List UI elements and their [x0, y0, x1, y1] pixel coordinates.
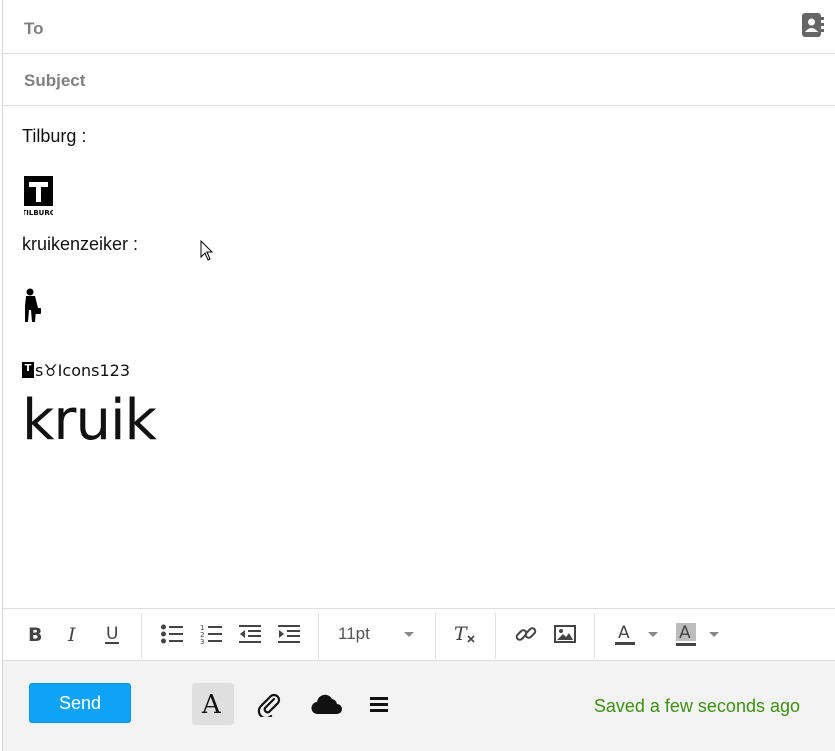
image-icon[interactable] [548, 617, 582, 651]
save-status: Saved a few seconds ago [593, 696, 800, 716]
underline-icon[interactable]: U [95, 617, 129, 651]
body-line-kruikenzeiker: kruikenzeiker : [22, 234, 139, 254]
numbered-list-icon[interactable]: 123 [194, 617, 228, 651]
toolbar-separator [594, 613, 595, 659]
outdent-icon[interactable] [233, 617, 267, 651]
svg-text:TILBURG: TILBURG [24, 209, 53, 216]
subject-label: Subject [24, 71, 86, 90]
svg-text:3: 3 [200, 638, 204, 645]
indent-icon[interactable] [272, 617, 306, 651]
clear-format-icon[interactable]: T [448, 617, 482, 651]
chevron-down-icon [648, 631, 658, 637]
svg-text:T: T [454, 623, 468, 645]
compose-window: To Subject Tilburg : TILBURG kruikenz [2, 0, 835, 751]
menu-icon[interactable] [358, 683, 400, 725]
svg-text:A: A [201, 691, 222, 717]
send-button[interactable]: Send [29, 683, 131, 723]
text-color-dropdown[interactable] [643, 617, 663, 651]
background-color-dropdown[interactable] [704, 617, 724, 651]
to-label: To [24, 19, 44, 38]
toolbar-separator [318, 613, 319, 659]
text-color-icon[interactable]: A [608, 617, 642, 651]
body-line-tilburg: Tilburg : [22, 126, 87, 146]
kruikenzeiker-figure [23, 288, 43, 322]
to-field[interactable]: To [3, 2, 835, 54]
svg-text:A: A [679, 623, 691, 643]
toolbar-separator [495, 613, 496, 659]
svg-text:B: B [28, 624, 42, 644]
mini-t-logo: T [22, 362, 34, 378]
big-text-kruik: kruik [22, 388, 157, 453]
svg-text:U: U [106, 624, 118, 644]
font-size-value: 11pt [338, 624, 370, 643]
icons-text: s♉Icons123 [35, 360, 130, 380]
format-toolbar: B I U 123 11pt T A A [3, 608, 835, 661]
mouse-cursor-icon [200, 239, 214, 262]
address-book-icon[interactable] [800, 12, 826, 38]
font-size-select[interactable]: 11pt [330, 617, 420, 651]
link-icon[interactable] [509, 617, 543, 651]
tilburg-logo: TILBURG [22, 176, 56, 217]
message-editor[interactable]: Tilburg : TILBURG kruikenzeiker : T s♉Ic… [3, 106, 835, 608]
attachment-icon[interactable] [248, 683, 290, 725]
cloud-icon[interactable] [306, 683, 348, 725]
compose-footer: Send A Saved a few seconds ago [3, 661, 835, 751]
subject-field[interactable]: Subject [3, 54, 835, 106]
italic-icon[interactable]: I [56, 617, 90, 651]
toolbar-separator [435, 613, 436, 659]
toolbar-separator [141, 613, 142, 659]
svg-text:I: I [67, 624, 76, 644]
bullet-list-icon[interactable] [155, 617, 189, 651]
chevron-down-icon [709, 631, 719, 637]
chevron-down-icon [403, 631, 414, 637]
background-color-icon[interactable]: A [669, 617, 703, 651]
bold-icon[interactable]: B [17, 617, 51, 651]
icons-text-line: T s♉Icons123 [22, 360, 130, 380]
svg-text:A: A [618, 623, 630, 643]
font-icon[interactable]: A [192, 683, 234, 725]
